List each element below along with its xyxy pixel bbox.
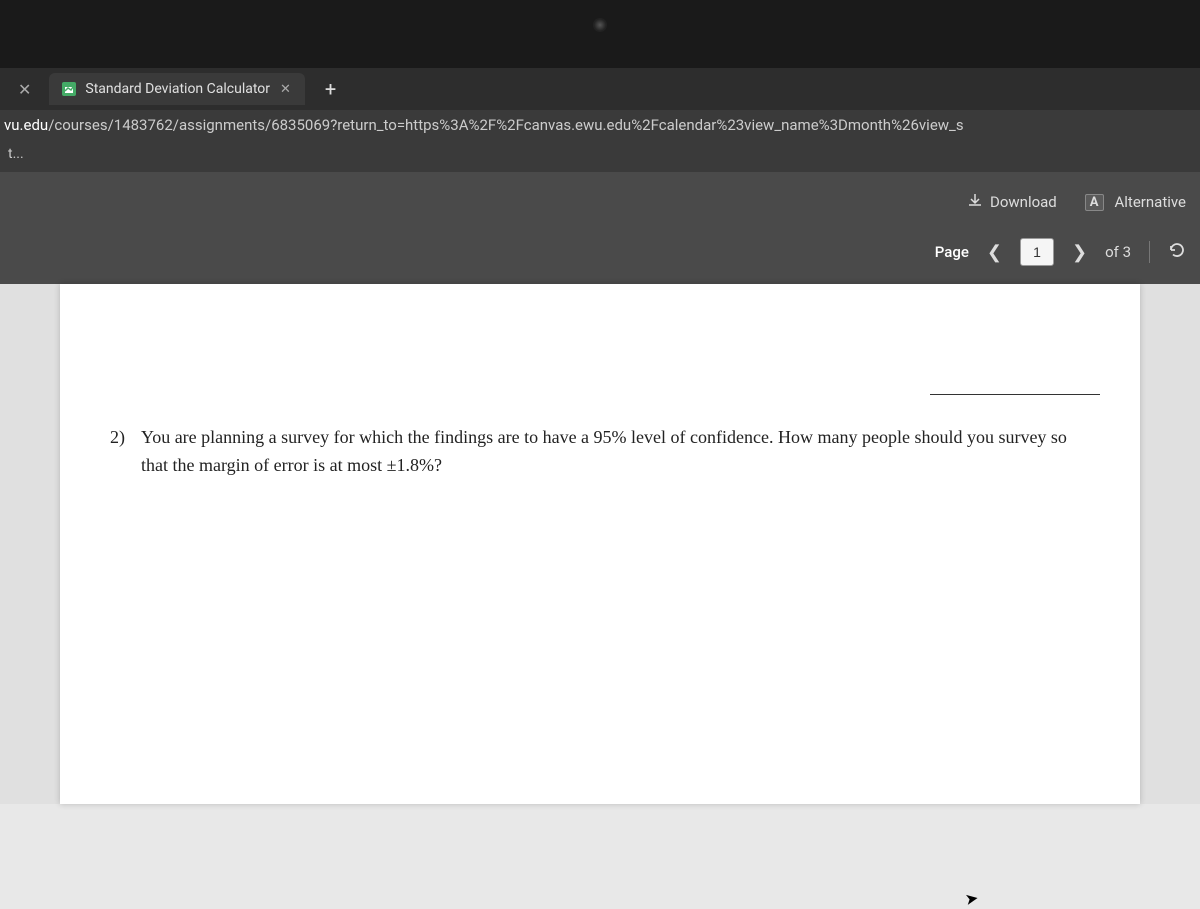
url-path: /courses/1483762/assignments/6835069?ret… [48,116,963,134]
favicon-icon [61,81,77,97]
viewer-toolbar: Download A Alternative [0,172,1200,228]
page-total: of 3 [1105,243,1131,261]
bookmarks-bar: t... [0,144,1200,172]
download-button[interactable]: Download [967,192,1057,212]
alternative-icon: A [1085,194,1104,211]
question-text: You are planning a survey for which the … [141,424,1090,480]
browser-chrome: ✕ Standard Deviation Calculator ✕ + vu.e… [0,68,1200,172]
alternative-label: Alternative [1115,193,1187,211]
question-2: 2) You are planning a survey for which t… [110,424,1090,480]
reload-button[interactable] [1168,241,1186,263]
cursor-icon: ➤ [963,888,980,909]
tab-close-icon[interactable]: ✕ [278,82,293,97]
question-number: 2) [110,424,125,480]
address-bar[interactable]: vu.edu/courses/1483762/assignments/68350… [0,110,1200,144]
answer-blank-line [930,394,1100,395]
page-label: Page [935,243,969,261]
tab-strip: ✕ Standard Deviation Calculator ✕ + [0,68,1200,110]
browser-tab-active[interactable]: Standard Deviation Calculator ✕ [49,73,305,105]
close-prev-tab-icon[interactable]: ✕ [8,76,41,103]
bookmark-truncated[interactable]: t... [8,146,24,162]
alternative-formats-button[interactable]: A Alternative [1085,193,1186,211]
pdf-viewer-chrome: Download A Alternative Page ❮ ❯ of 3 2) … [0,172,1200,804]
pager-row: Page ❮ ❯ of 3 [0,228,1200,284]
new-tab-button[interactable]: + [313,73,348,105]
tab-title: Standard Deviation Calculator [85,81,270,97]
page-number-input[interactable] [1020,238,1054,266]
document-viewport: 2) You are planning a survey for which t… [0,284,1200,804]
next-page-button[interactable]: ❯ [1066,240,1093,265]
camera-dot [593,18,607,32]
download-label: Download [990,193,1057,211]
laptop-bezel [0,0,1200,68]
download-icon [967,192,983,212]
toolbar-divider [1149,241,1150,263]
url-domain: vu.edu [4,116,48,134]
document-page: 2) You are planning a survey for which t… [60,284,1140,804]
prev-page-button[interactable]: ❮ [981,240,1008,265]
